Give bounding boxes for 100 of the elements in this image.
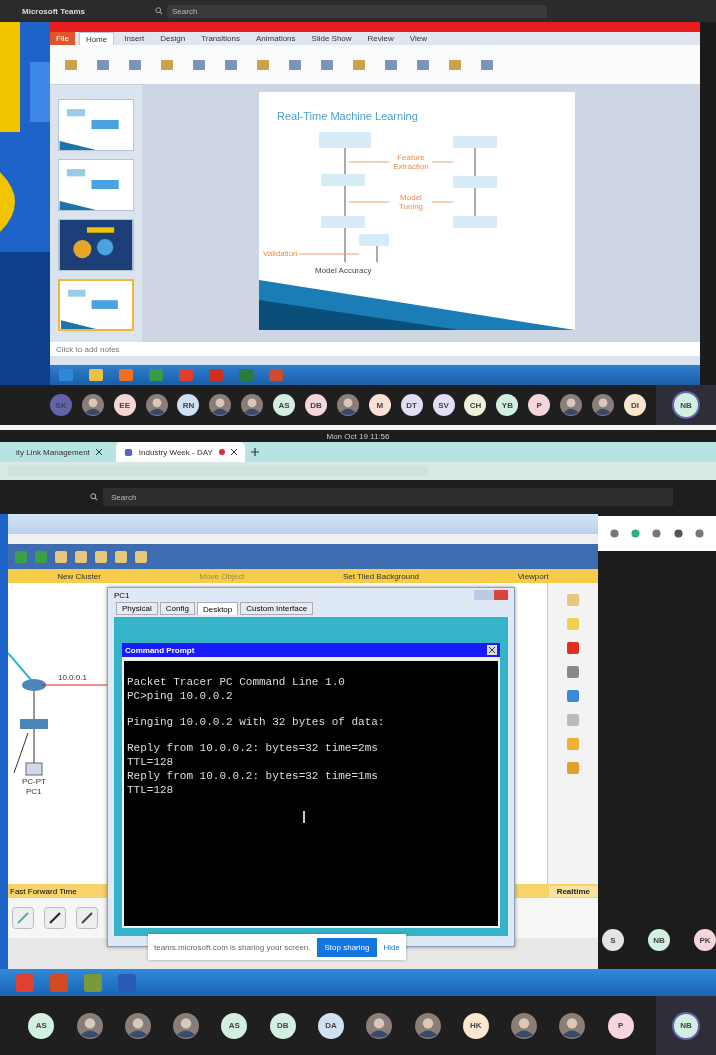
workspace-button[interactable]: Viewport	[517, 571, 549, 581]
toolbar-icon[interactable]	[74, 549, 88, 564]
window-controls-icon[interactable]	[474, 590, 508, 600]
toolbar-icon[interactable]	[448, 57, 462, 72]
toolbar-icon[interactable]	[54, 549, 68, 564]
app-icon[interactable]	[116, 972, 138, 993]
avatar-icon	[511, 1012, 538, 1039]
search-field[interactable]: Search	[103, 488, 673, 506]
ribbon-tab[interactable]: Insert	[118, 32, 151, 45]
extension-icon[interactable]	[694, 529, 704, 538]
slide-title: Real-Time Machine Learning	[277, 110, 418, 122]
toolbar-icon[interactable]	[96, 57, 110, 72]
app-title: Microsoft Teams	[22, 6, 85, 16]
network-label: PC1	[26, 787, 42, 796]
workspace-button[interactable]: New Cluster	[57, 571, 101, 581]
toolbar-icon[interactable]	[320, 57, 334, 72]
hide-link[interactable]: Hide	[383, 942, 400, 952]
avatar-icon	[76, 1012, 103, 1039]
toolbar-icon[interactable]	[480, 57, 494, 72]
toolbar-icon[interactable]	[14, 549, 28, 564]
notes-field[interactable]: Click to add notes	[50, 342, 700, 356]
app-icon[interactable]	[148, 368, 164, 382]
ribbon-tab[interactable]: Home	[78, 32, 115, 45]
stop-sharing-button[interactable]: Stop sharing	[316, 937, 378, 957]
tool-icon[interactable]	[566, 761, 580, 775]
ribbon-tab[interactable]: Animations	[250, 32, 302, 45]
clock: Mon Oct 19 11:56	[326, 431, 390, 441]
avatar-icon	[592, 394, 615, 416]
close-icon[interactable]	[230, 449, 237, 455]
console-line: Reply from 10.0.0.2: bytes=32 time=2ms	[127, 741, 379, 755]
diagram-label: Feature Extraction	[392, 153, 430, 171]
avatar-icon	[366, 1012, 393, 1039]
app-icon[interactable]	[88, 368, 104, 382]
console-line: PC>ping 10.0.0.2	[127, 689, 234, 703]
avatar: NB	[674, 393, 698, 417]
tool-icon[interactable]	[566, 689, 580, 703]
app-icon[interactable]	[82, 972, 104, 993]
search-field[interactable]: Search	[167, 4, 547, 18]
avatar-icon	[124, 1012, 151, 1039]
ribbon-tab[interactable]: Design	[154, 32, 192, 45]
new-tab-icon[interactable]	[250, 448, 259, 456]
toolbar-icon[interactable]	[224, 57, 238, 72]
toolbar-icon[interactable]	[288, 57, 302, 72]
ribbon-tab[interactable]: Slide Show	[305, 32, 358, 45]
window-tab[interactable]: Physical	[116, 602, 158, 615]
toolbar-icon[interactable]	[134, 549, 148, 564]
browser-tab[interactable]: ity Link Management	[8, 442, 110, 462]
app-icon[interactable]	[118, 368, 134, 382]
extension-icon[interactable]	[610, 529, 620, 538]
window-tab[interactable]: Custom Interface	[240, 602, 314, 615]
ribbon-tab[interactable]: File	[50, 32, 75, 45]
workspace-button[interactable]: Set Tiled Background	[343, 571, 420, 581]
slide-thumbnail[interactable]	[58, 279, 134, 331]
toolbar-icon[interactable]	[352, 57, 366, 72]
avatar-icon	[241, 394, 264, 416]
extension-icon[interactable]	[652, 529, 662, 538]
toolbar-icon[interactable]	[160, 57, 174, 72]
search-icon	[155, 7, 163, 15]
network-label: PC-PT	[22, 777, 46, 786]
avatar: DI	[623, 394, 646, 416]
window-tab[interactable]: Config	[159, 602, 195, 615]
toolbar-icon[interactable]	[64, 57, 78, 72]
slide-thumbnail[interactable]	[58, 99, 134, 151]
console-line: Packet Tracer PC Command Line 1.0	[127, 675, 346, 689]
app-icon[interactable]	[58, 368, 74, 382]
drawing-tool-icon[interactable]	[76, 907, 98, 929]
window-title: PC1	[114, 590, 130, 600]
toolbar-icon[interactable]	[94, 549, 108, 564]
diagram-label: Model Accuracy	[315, 266, 372, 275]
toolbar-icon[interactable]	[256, 57, 270, 72]
console-line: TTL=128	[127, 783, 175, 797]
drawing-tool-icon[interactable]	[44, 907, 66, 929]
mode-tab[interactable]: Realtime	[548, 885, 598, 897]
extension-icon[interactable]	[673, 529, 683, 538]
tool-icon[interactable]	[566, 737, 580, 751]
avatar-icon	[414, 1012, 441, 1039]
avatar-icon	[336, 394, 359, 416]
tool-icon[interactable]	[566, 641, 580, 655]
close-icon[interactable]	[487, 645, 497, 655]
toolbar-icon[interactable]	[34, 549, 48, 564]
slide-thumbnail[interactable]	[58, 219, 134, 271]
toolbar-icon[interactable]	[192, 57, 206, 72]
toolbar-icon[interactable]	[384, 57, 398, 72]
window-tab[interactable]: Desktop	[196, 602, 239, 615]
avatar: P	[528, 394, 551, 416]
avatar-icon	[173, 1012, 200, 1039]
avatar: S	[602, 929, 624, 951]
browser-tab[interactable]: Industry Week - DAY	[115, 442, 245, 462]
close-icon[interactable]	[95, 449, 102, 455]
teams-icon	[123, 447, 133, 457]
toolbar-icon[interactable]	[114, 549, 128, 564]
sharing-message: teams.microsoft.com is sharing your screen.	[154, 942, 311, 952]
ribbon-tab[interactable]: View	[403, 32, 434, 45]
tool-icon[interactable]	[566, 665, 580, 679]
toolbar-icon[interactable]	[416, 57, 430, 72]
toolbar-icon[interactable]	[128, 57, 142, 72]
tool-icon[interactable]	[566, 713, 580, 727]
ribbon-tab[interactable]: Transitions	[195, 32, 246, 45]
slide-thumbnail[interactable]	[58, 159, 134, 211]
ribbon-tab[interactable]: Review	[361, 32, 400, 45]
